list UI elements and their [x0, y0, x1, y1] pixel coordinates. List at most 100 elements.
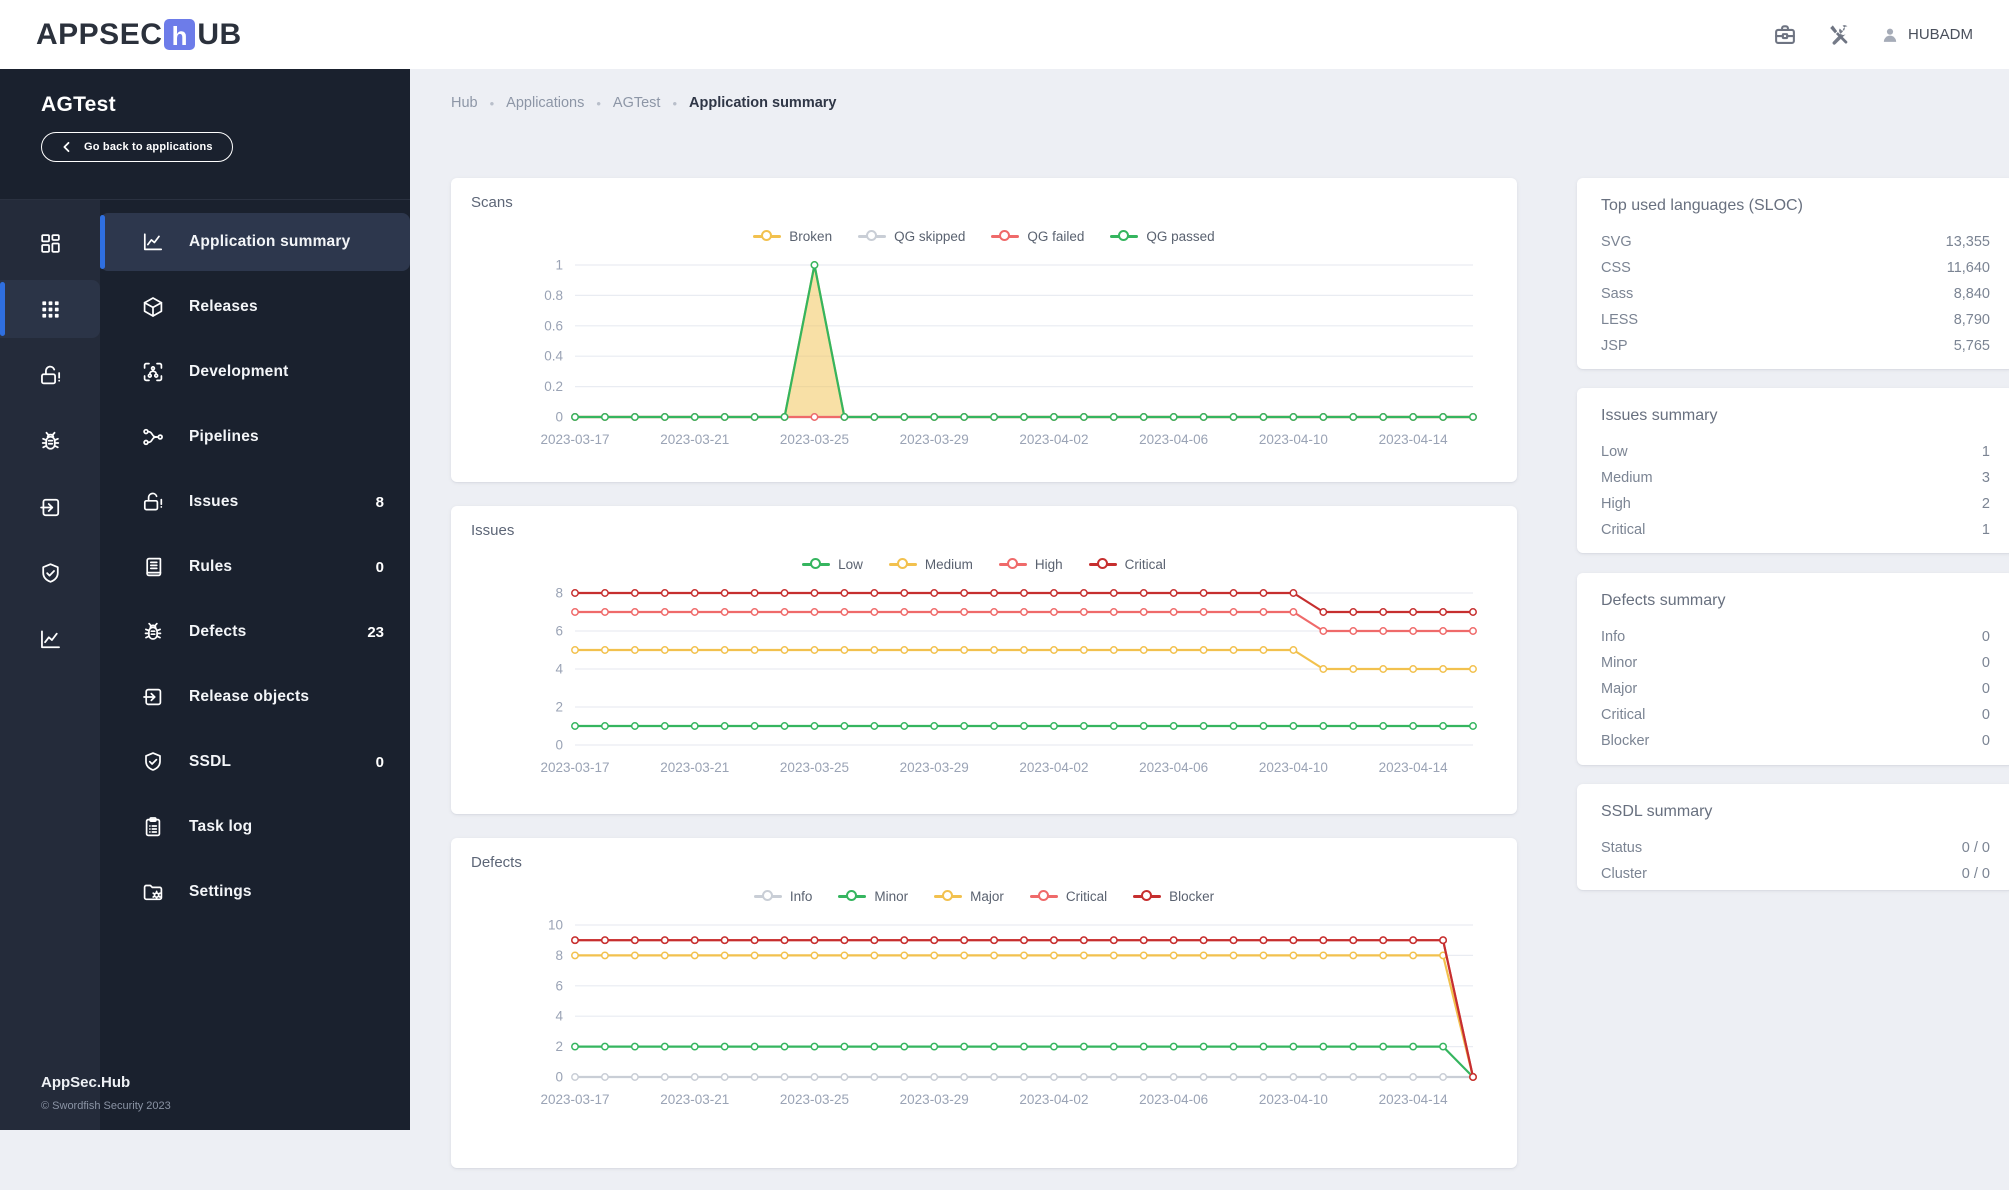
sidebar-item-pipelines[interactable]: Pipelines — [100, 408, 410, 466]
panel-row-label: Blocker — [1601, 733, 1650, 749]
defects-card-title: Defects — [471, 854, 522, 871]
svg-text:0: 0 — [555, 410, 563, 425]
sidebar-item-label: Rules — [189, 558, 233, 575]
legend-label: Major — [970, 888, 1004, 904]
sidebar-item-defects[interactable]: Defects 23 — [100, 603, 410, 661]
legend-swatch-icon — [1029, 889, 1058, 903]
svg-text:4: 4 — [555, 662, 563, 677]
briefcase-icon[interactable] — [1772, 22, 1798, 48]
clipboard-icon — [141, 815, 166, 839]
rail-item-grid[interactable] — [0, 280, 100, 338]
content: Scans Broken QG skipped QG failed QG passed… — [451, 178, 2009, 1190]
sidebar-item-ssdl[interactable]: SSDL 0 — [100, 733, 410, 791]
sidebar-item-settings[interactable]: Settings — [100, 863, 410, 921]
topbar-actions: HUBADM — [1772, 22, 1973, 48]
svg-text:2: 2 — [555, 700, 563, 715]
legend-label: QG skipped — [894, 228, 966, 244]
svg-text:2023-04-14: 2023-04-14 — [1379, 1092, 1449, 1107]
legend-item-major[interactable]: Major — [934, 889, 1004, 904]
breadcrumb-item-agtest[interactable]: AGTest — [613, 95, 661, 111]
sidebar-item-issues[interactable]: Issues 8 — [100, 473, 410, 531]
sidebar-item-rules[interactable]: Rules 0 — [100, 538, 410, 596]
svg-text:2023-03-29: 2023-03-29 — [900, 432, 969, 447]
sidebar-item-task-log[interactable]: Task log — [100, 798, 410, 856]
panel-issues-summary: Issues summary Low 1 Medium 3 High 2 Critical 1 — [1577, 388, 2009, 553]
legend-item-critical[interactable]: Critical — [1088, 557, 1166, 572]
defects-chart: 0 2 4 6 8 10 2023-03-17 2023-03-21 2023-03-25 202… — [463, 915, 1505, 1116]
svg-text:1: 1 — [555, 258, 563, 273]
sidebar-footer: AppSec.Hub © Swordfish Security 2023 — [41, 1074, 171, 1112]
panel-title: Defects summary — [1601, 592, 1726, 609]
legend-item-blocker[interactable]: Blocker — [1133, 889, 1214, 904]
logo-h-box: h — [164, 19, 196, 50]
breadcrumb-item-applications[interactable]: Applications — [506, 95, 584, 111]
rail-item-dashboard[interactable] — [0, 214, 100, 272]
sidebar-item-release-objects[interactable]: Release objects — [100, 668, 410, 726]
svg-text:0: 0 — [555, 738, 563, 753]
panel-row-value: 3 — [1981, 470, 1990, 486]
sidebar-item-count: 0 — [375, 558, 384, 576]
legend-label: Info — [789, 888, 813, 904]
legend-item-critical[interactable]: Critical — [1029, 889, 1107, 904]
panel-row-info: Info 0 — [1601, 624, 1990, 650]
panel-title: Issues summary — [1601, 407, 1718, 424]
svg-text:2023-03-21: 2023-03-21 — [660, 1092, 729, 1107]
rail-item-bug[interactable] — [0, 412, 100, 470]
go-back-button[interactable]: Go back to applications — [41, 132, 233, 162]
rail-item-unlock-alert[interactable] — [0, 346, 100, 404]
sidebar-item-label: Release objects — [189, 688, 310, 705]
sidebar-item-count: 0 — [375, 753, 384, 771]
sidebar-menu: Application summary Releases Development Pi… — [100, 200, 410, 1130]
sidebar-item-label: Application summary — [189, 233, 351, 250]
legend-item-info[interactable]: Info — [753, 888, 813, 904]
svg-text:0: 0 — [555, 1070, 563, 1085]
go-back-label: Go back to applications — [84, 141, 213, 153]
issues-card: Issues Low Medium High Critical 0 2 4 6 8 2023-0… — [451, 506, 1517, 814]
svg-text:4: 4 — [555, 1009, 563, 1024]
legend-item-minor[interactable]: Minor — [838, 889, 908, 904]
user-menu[interactable]: HUBADM — [1880, 25, 1973, 45]
legend-item-high[interactable]: High — [998, 557, 1063, 572]
svg-text:2023-04-02: 2023-04-02 — [1019, 760, 1088, 775]
sidebar-app-header: AGTest Go back to applications — [0, 69, 410, 200]
tools-icon[interactable] — [1826, 22, 1852, 48]
legend-swatch-icon — [1133, 889, 1162, 903]
panel-row-cluster: Cluster 0 / 0 — [1601, 861, 1990, 887]
sidebar-item-releases[interactable]: Releases — [100, 278, 410, 336]
legend-item-low[interactable]: Low — [802, 557, 863, 572]
legend-swatch-icon — [991, 229, 1020, 243]
rail-item-box-arrow[interactable] — [0, 478, 100, 536]
rail-item-shield-check[interactable] — [0, 544, 100, 602]
app-name: AGTest — [41, 93, 116, 116]
legend-item-qg-passed[interactable]: QG passed — [1110, 229, 1215, 244]
box-arrow-icon — [141, 685, 166, 709]
svg-text:2023-04-02: 2023-04-02 — [1019, 1092, 1088, 1107]
legend-swatch-icon — [1088, 557, 1117, 571]
panel-row-critical: Critical 1 — [1601, 517, 1990, 543]
sidebar: AGTest Go back to applications Applicati… — [0, 69, 410, 1130]
panel-row-status: Status 0 / 0 — [1601, 835, 1990, 861]
panel-top-used-languages-sloc-: Top used languages (SLOC) SVG 13,355 CSS 11,… — [1577, 178, 2009, 369]
sidebar-item-development[interactable]: Development — [100, 343, 410, 401]
sidebar-item-application-summary[interactable]: Application summary — [100, 213, 410, 271]
svg-text:2023-03-25: 2023-03-25 — [780, 432, 849, 447]
panel-row-critical: Critical 0 — [1601, 702, 1990, 728]
svg-text:0.8: 0.8 — [544, 288, 563, 303]
product-name: AppSec.Hub — [41, 1074, 131, 1091]
copyright: © Swordfish Security 2023 — [41, 1100, 171, 1112]
panel-row-value: 0 / 0 — [1961, 866, 1990, 882]
legend-label: Broken — [789, 228, 833, 244]
legend-swatch-icon — [888, 557, 917, 571]
svg-text:2023-04-10: 2023-04-10 — [1259, 1092, 1328, 1107]
svg-text:2023-03-29: 2023-03-29 — [900, 760, 969, 775]
panel-row-value: 5,765 — [1953, 338, 1990, 354]
breadcrumb-item-hub[interactable]: Hub — [451, 95, 478, 111]
legend-item-medium[interactable]: Medium — [888, 557, 973, 572]
legend-item-qg-failed[interactable]: QG failed — [991, 229, 1084, 244]
panel-row-label: Minor — [1601, 655, 1638, 671]
panel-title: SSDL summary — [1601, 803, 1713, 820]
legend-item-qg-skipped[interactable]: QG skipped — [858, 229, 965, 244]
rail-item-chart-line[interactable] — [0, 610, 100, 668]
legend-label: QG failed — [1027, 228, 1085, 244]
legend-item-broken[interactable]: Broken — [753, 229, 832, 244]
